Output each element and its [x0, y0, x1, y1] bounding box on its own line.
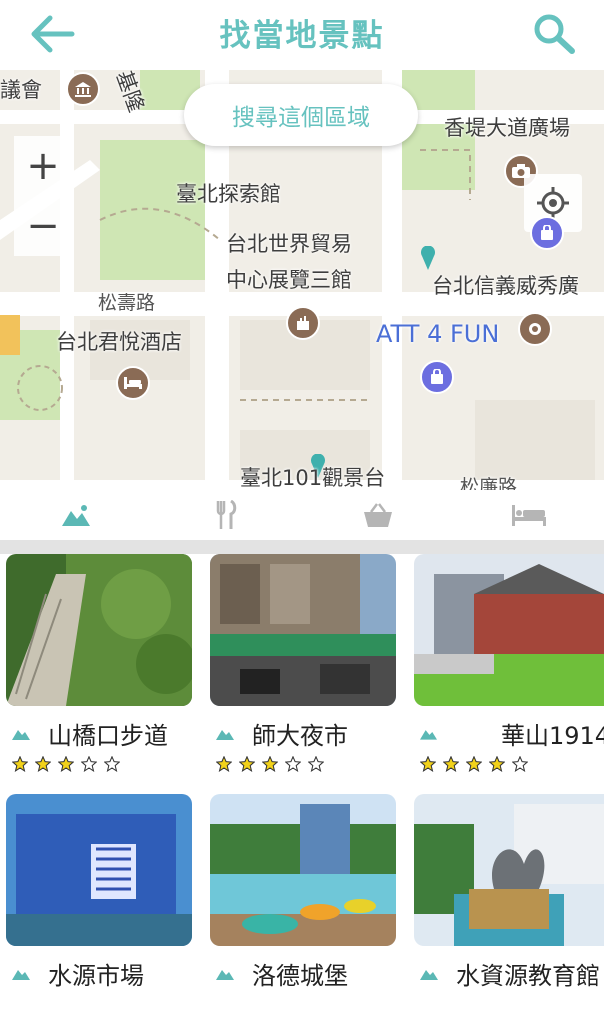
map-label-taipei101: 臺北101觀景台	[240, 466, 386, 490]
map-marker-icon	[421, 245, 435, 270]
star-filled-icon	[216, 756, 232, 772]
attraction-name: 華山1914	[501, 721, 604, 750]
star-filled-icon	[420, 756, 436, 772]
page-title: 找當地景點	[219, 18, 385, 54]
shopping-pin[interactable]	[530, 216, 564, 250]
star-empty-icon	[81, 756, 97, 772]
map-label-songshou: 松壽路	[98, 292, 156, 314]
landmark-icon	[75, 82, 91, 97]
attraction-name: 水資源教育館	[456, 961, 600, 990]
map-label-att: ATT 4 FUN	[376, 320, 500, 348]
attraction-photo	[6, 554, 192, 706]
bed-icon	[124, 377, 142, 389]
landmark-pin[interactable]	[66, 72, 100, 106]
mountain-icon	[61, 505, 90, 526]
star-filled-icon	[239, 756, 255, 772]
attraction-photo	[414, 554, 604, 706]
mountain-icon	[216, 730, 234, 740]
rating-stars	[12, 756, 192, 772]
attraction-card[interactable]: 華山1914	[414, 554, 604, 772]
mountain-icon	[12, 970, 30, 980]
search-this-area-button[interactable]: 搜尋這個區域	[184, 84, 418, 146]
crosshair-icon	[537, 187, 569, 219]
shopping-basket-icon	[363, 503, 392, 527]
map-label-wtc-2: 中心展覽三館	[226, 268, 352, 292]
utensils-icon	[216, 500, 236, 529]
star-filled-icon	[262, 756, 278, 772]
category-tabs	[0, 490, 604, 540]
map-label-wtc-1: 台北世界貿易	[226, 232, 352, 256]
star-empty-icon	[285, 756, 301, 772]
app-header: 找當地景點	[0, 0, 604, 70]
map-label-grand-hyatt: 台北君悅酒店	[56, 330, 182, 354]
attraction-name: 山橋口步道	[48, 721, 168, 750]
search-button[interactable]	[530, 10, 580, 56]
attraction-grid: 山橋口步道 師大夜市 華山1914 水源市場 洛德城堡 水資源教育館	[0, 554, 604, 1024]
attraction-card[interactable]: 山橋口步道	[6, 554, 192, 772]
tab-shopping[interactable]	[302, 490, 453, 540]
star-empty-icon	[512, 756, 528, 772]
section-divider	[0, 540, 604, 554]
star-filled-icon	[35, 756, 51, 772]
attraction-card[interactable]: 師大夜市	[210, 554, 396, 772]
zoom-in-button[interactable]: +	[14, 136, 72, 196]
tab-attractions[interactable]	[0, 490, 151, 540]
tab-hotel[interactable]	[453, 490, 604, 540]
hotel-pin[interactable]	[116, 366, 150, 400]
shopping-bag-icon	[541, 225, 553, 240]
attraction-name: 師大夜市	[252, 721, 348, 750]
tab-food[interactable]	[151, 490, 302, 540]
zoom-controls: + −	[14, 136, 72, 256]
mountain-icon	[420, 970, 438, 980]
attraction-photo	[210, 794, 396, 946]
bed-icon	[511, 505, 546, 526]
attraction-name: 水源市場	[48, 961, 144, 990]
attraction-photo	[6, 794, 192, 946]
attraction-card[interactable]: 水源市場	[6, 794, 192, 990]
star-filled-icon	[466, 756, 482, 772]
attraction-photo	[414, 794, 604, 946]
attraction-card[interactable]: 洛德城堡	[210, 794, 396, 990]
star-empty-icon	[308, 756, 324, 772]
mountain-icon	[420, 730, 437, 740]
star-filled-icon	[58, 756, 74, 772]
attraction-name: 洛德城堡	[252, 961, 348, 990]
search-icon	[534, 14, 575, 54]
mountain-icon	[12, 730, 30, 740]
attraction-photo	[210, 554, 396, 706]
map-view[interactable]: 議會 基隆 搜尋這個區域 臺北探索館 香堤大道廣場 + − 台北世界貿易 中心展…	[0, 70, 604, 500]
shopping-bag-icon	[431, 369, 443, 384]
point-pin[interactable]	[518, 312, 552, 346]
map-label-council: 議會	[0, 78, 42, 102]
attraction-card[interactable]: 水資源教育館	[414, 794, 604, 990]
rating-stars	[216, 756, 396, 772]
circle-dot-icon	[529, 323, 541, 335]
map-label-xiangti: 香堤大道廣場	[444, 116, 570, 140]
star-empty-icon	[104, 756, 120, 772]
map-label-discovery: 臺北探索館	[176, 182, 281, 206]
building-icon	[297, 316, 309, 330]
star-filled-icon	[12, 756, 28, 772]
castle-pin[interactable]	[286, 306, 320, 340]
shopping-pin-2[interactable]	[420, 360, 454, 394]
rating-stars	[420, 756, 604, 772]
star-filled-icon	[443, 756, 459, 772]
star-filled-icon	[489, 756, 505, 772]
mountain-icon	[216, 970, 234, 980]
zoom-out-button[interactable]: −	[14, 196, 72, 256]
map-label-showtime: 台北信義威秀廣	[432, 274, 579, 298]
